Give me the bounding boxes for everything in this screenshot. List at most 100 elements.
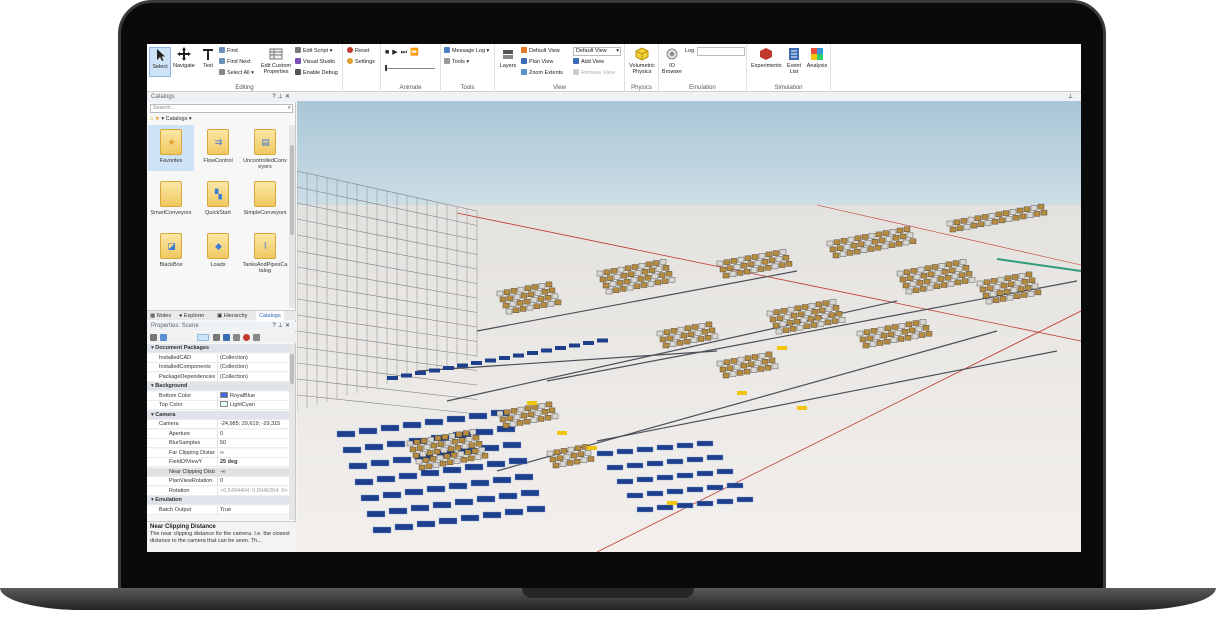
catalog-item-quickstart[interactable]: ▚ QuickStart [195, 177, 241, 223]
plan-view-button[interactable]: Plan View [521, 58, 553, 67]
property-row[interactable]: InstalledComponents (Collection) [147, 363, 290, 372]
select-button[interactable]: Select [149, 47, 171, 77]
remove-view-button[interactable]: Remove View [573, 69, 615, 78]
script-toolbar-icon[interactable] [253, 334, 260, 341]
find-next-button[interactable]: Find Next [219, 58, 251, 67]
alphabetical-icon[interactable] [160, 334, 167, 341]
property-value[interactable]: ∞ [217, 448, 289, 458]
home-icon[interactable]: ⌂ [150, 116, 153, 122]
property-value[interactable]: 0 [217, 429, 289, 439]
settings-button[interactable]: Settings [347, 58, 375, 67]
property-row[interactable]: PlanViewRotation 0 [147, 477, 290, 486]
analysis-button[interactable]: Analysis [805, 47, 829, 77]
catalog-search-input[interactable]: Search... ⌕ [150, 104, 293, 113]
property-value[interactable]: -∞ [217, 467, 289, 477]
speed-slider-track[interactable] [385, 68, 435, 69]
speed-slider-thumb[interactable] [385, 65, 387, 71]
search-icon[interactable]: ⌕ [288, 105, 291, 112]
properties-scrollbar-thumb[interactable] [290, 354, 294, 384]
text-button[interactable]: Text [197, 47, 219, 77]
catalog-item-tanksandpipescatalog[interactable]: ⌇ TanksAndPipesCatalog [242, 229, 288, 275]
record-icon[interactable] [243, 334, 250, 341]
property-value[interactable]: RoyalBlue [217, 391, 289, 401]
property-value[interactable]: (Collection) [217, 372, 289, 382]
find-button[interactable]: Find [219, 47, 238, 56]
pin-icon[interactable]: ⊥ [278, 94, 285, 100]
tab-notes[interactable]: ▦ Notes [150, 311, 171, 321]
pin-icon[interactable]: ⊥ [278, 323, 285, 329]
tab-hierarchy[interactable]: ▣ Hierarchy [217, 311, 247, 321]
step-icon[interactable]: ⏭ [401, 49, 410, 56]
log-input[interactable] [697, 47, 745, 56]
select-all-button[interactable]: Select All ▾ [219, 69, 254, 78]
edit-custom-properties-button[interactable]: Edit Custom Properties [259, 47, 293, 77]
play-icon[interactable]: ▶ [392, 49, 400, 56]
copy-icon[interactable] [213, 334, 220, 341]
property-value[interactable]: (Collection) [217, 353, 289, 363]
visual-studio-button[interactable]: Visual Studio [295, 58, 335, 67]
property-row[interactable]: Near Clipping Distance-∞ [147, 467, 290, 477]
property-row[interactable]: Top Color LightCyan [147, 401, 290, 410]
expand-icon[interactable] [233, 334, 240, 341]
properties-panel-controls[interactable]: ?⊥✕ [272, 322, 292, 331]
zoom-extents-button[interactable]: Zoom Extents [521, 69, 563, 78]
property-value[interactable]: True [217, 505, 289, 515]
catalog-item-flowcontrol[interactable]: ⇉ FlowControl [195, 125, 241, 171]
property-category[interactable]: ▾ Emulation [147, 496, 290, 505]
playback-controls[interactable]: ■▶⏭⏩ [385, 48, 422, 57]
event-list-button[interactable]: Event List [783, 47, 805, 77]
default-view-button[interactable]: Default View [521, 47, 560, 56]
close-icon[interactable]: ✕ [285, 94, 292, 100]
catalog-item-loads[interactable]: ◆ Loads [195, 229, 241, 275]
navigate-button[interactable]: Navigate [172, 47, 196, 77]
property-value[interactable]: -24,985; 29,619; -29,315 [217, 420, 289, 429]
filter-search-icon[interactable] [197, 334, 209, 341]
experiments-button[interactable]: Experiments [751, 47, 782, 77]
edit-script-button[interactable]: Edit Script ▾ [295, 47, 332, 56]
property-value[interactable]: (Collection) [217, 363, 289, 372]
catalog-item-favorites[interactable]: ★ Favorites [148, 125, 194, 171]
property-row[interactable]: FieldOfViewY 25 deg [147, 458, 290, 467]
layers-button[interactable]: Layers [497, 47, 519, 77]
message-log-button[interactable]: Message Log ▾ [444, 47, 489, 56]
breadcrumb[interactable]: ⌂ ★ ▾ Catalogs ▾ [150, 115, 192, 124]
property-row[interactable]: Camera -24,985; 29,619; -29,315 [147, 420, 290, 429]
star-icon[interactable]: ★ [155, 116, 160, 122]
property-row[interactable]: PackageDependencies (Collection) [147, 372, 290, 382]
property-row[interactable]: InstalledCAD (Collection) [147, 353, 290, 363]
paste-icon[interactable] [223, 334, 230, 341]
property-value[interactable]: 25 deg [217, 458, 289, 467]
volumetric-physics-button[interactable]: Volumetric Physics [627, 47, 657, 77]
enable-debug-button[interactable]: Enable Debug [295, 69, 338, 78]
view-select[interactable]: Default View ▾ [573, 47, 621, 56]
property-category[interactable]: ▾ Document Packages [147, 344, 290, 353]
property-row[interactable]: BlurSamples 50 [147, 439, 290, 448]
catalog-item-blackbox[interactable]: ◪ BlackBox [148, 229, 194, 275]
close-icon[interactable]: ✕ [285, 323, 292, 329]
warehouse-scene[interactable] [297, 101, 1081, 552]
pin-icon[interactable]: ⊥ [1068, 93, 1073, 101]
reset-button[interactable]: Reset [347, 47, 369, 56]
catalog-item-uncontrolledconveyors[interactable]: ▤ UncontrolledConveyors [242, 125, 288, 171]
add-view-button[interactable]: Add View [573, 58, 604, 67]
property-row[interactable]: Bottom Color RoyalBlue [147, 391, 290, 401]
fast-forward-icon[interactable]: ⏩ [410, 49, 422, 56]
property-row[interactable]: Far Clipping Distance∞ [147, 448, 290, 458]
catalog-item-smartconveyors[interactable]: SmartConveyors [148, 177, 194, 223]
property-category[interactable]: ▾ Camera [147, 410, 290, 420]
io-browser-button[interactable]: IO Browser [661, 47, 683, 77]
property-row[interactable]: Rotation <0,5494404; 0,6046264; 0> [147, 486, 290, 496]
property-category[interactable]: ▾ Background [147, 382, 290, 391]
tab-catalogs[interactable]: Catalogs [256, 311, 284, 321]
tab-explorer[interactable]: ● Explorer [179, 311, 204, 321]
property-value[interactable]: 0 [217, 477, 289, 486]
panel-controls[interactable]: ?⊥✕ [272, 93, 292, 102]
properties-scrollbar[interactable] [289, 344, 295, 520]
property-value[interactable]: 50 [217, 439, 289, 448]
tools-button[interactable]: Tools ▾ [444, 58, 469, 67]
3d-viewport[interactable]: ⊥ [297, 93, 1081, 552]
catalog-scrollbar[interactable] [289, 125, 295, 308]
property-value[interactable]: LightCyan [217, 401, 289, 410]
breadcrumb-catalogs[interactable]: Catalogs [166, 116, 188, 122]
property-row[interactable]: Aperture 0 [147, 429, 290, 439]
